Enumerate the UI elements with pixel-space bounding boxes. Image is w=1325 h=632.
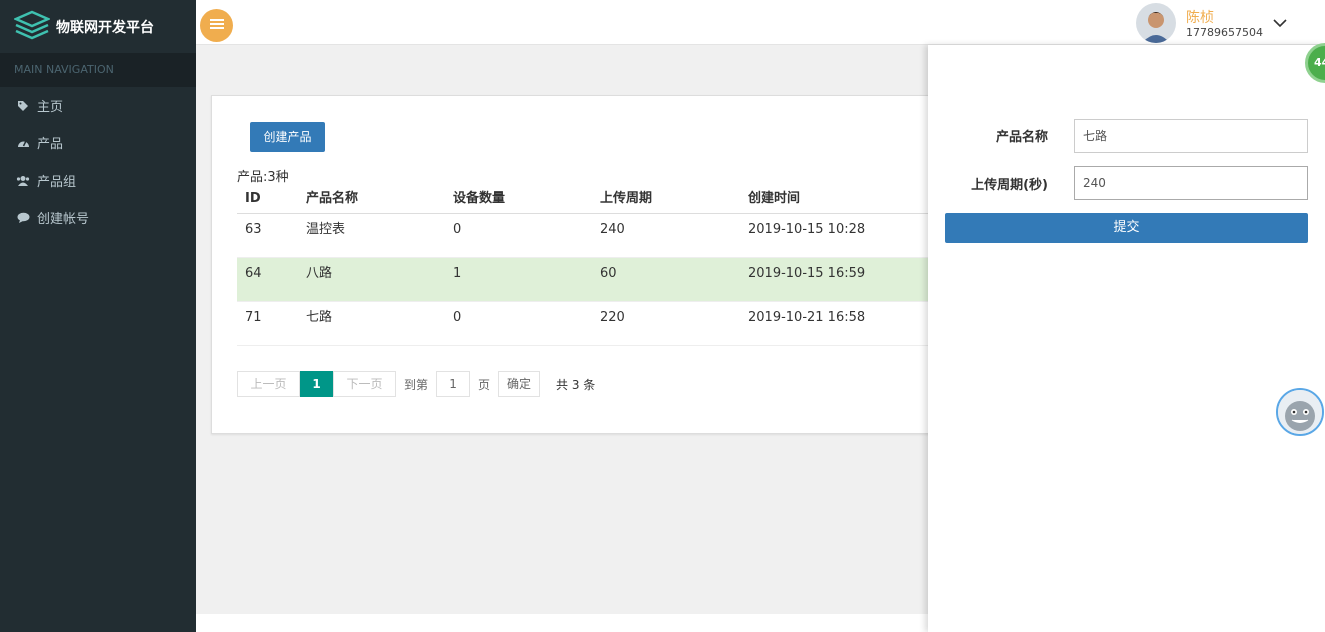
column-header-device-count: 设备数量 <box>453 191 506 206</box>
product-list-card: 创建产品 产品:3种 ID 产品名称 设备数量 上传周期 创建时间 63 温控表… <box>211 95 942 434</box>
product-count: 产品:3种 <box>237 170 289 185</box>
submit-button[interactable]: 提交 <box>945 213 1308 243</box>
layers-logo-icon <box>12 10 52 44</box>
pagination: 上一页 1 下一页 到第 1 页 确定 共 3 条 <box>237 371 595 397</box>
tag-icon <box>16 99 30 113</box>
sidebar-item-label: 产品 <box>37 137 64 152</box>
product-name-input[interactable]: 七路 <box>1074 119 1308 153</box>
cell-created-time: 2019-10-15 16:59 <box>748 266 866 281</box>
dashboard-icon <box>16 136 30 150</box>
column-header-created-time: 创建时间 <box>748 191 801 206</box>
sidebar-item-label: 创建帐号 <box>37 212 90 227</box>
footer <box>196 614 928 632</box>
top-bar: 陈桢 17789657504 <box>196 0 1325 45</box>
cell-id: 71 <box>245 310 262 325</box>
column-header-upload-period: 上传周期 <box>600 191 653 206</box>
edit-product-panel: 产品名称 七路 上传周期(秒) 240 提交 <box>928 45 1325 632</box>
goto-suffix-label: 页 <box>478 377 491 392</box>
users-icon <box>16 174 30 188</box>
table-header: ID 产品名称 设备数量 上传周期 创建时间 <box>237 184 942 214</box>
upload-period-label: 上传周期(秒) <box>971 178 1048 193</box>
nav-header: MAIN NAVIGATION <box>0 53 196 87</box>
sidebar-item-home[interactable]: 主页 <box>0 87 196 124</box>
table-row[interactable]: 63 温控表 0 240 2019-10-15 10:28 <box>237 214 942 258</box>
page-1-button[interactable]: 1 <box>300 371 333 397</box>
avatar <box>1136 3 1176 43</box>
cell-created-time: 2019-10-21 16:58 <box>748 310 866 325</box>
comment-icon <box>16 211 30 225</box>
cell-name: 七路 <box>306 310 333 325</box>
sidebar: 物联网开发平台 MAIN NAVIGATION 主页 产品 产品组 创建帐号 <box>0 0 196 632</box>
sidebar-item-label: 产品组 <box>37 175 77 190</box>
cell-id: 63 <box>245 222 262 237</box>
goto-confirm-button[interactable]: 确定 <box>498 371 541 397</box>
user-menu[interactable]: 陈桢 17789657504 <box>1136 3 1325 43</box>
cell-device-count: 0 <box>453 310 462 325</box>
user-name: 陈桢 <box>1186 10 1214 26</box>
prev-page-button[interactable]: 上一页 <box>237 371 300 397</box>
sidebar-item-product-groups[interactable]: 产品组 <box>0 162 196 199</box>
create-product-button[interactable]: 创建产品 <box>250 122 325 152</box>
cell-upload-period: 220 <box>600 310 625 325</box>
chat-assistant-icon[interactable] <box>1276 388 1324 436</box>
total-count: 共 3 条 <box>556 377 596 392</box>
table-row[interactable]: 71 七路 0 220 2019-10-21 16:58 <box>237 302 942 346</box>
cell-upload-period: 60 <box>600 266 617 281</box>
menu-toggle-button[interactable] <box>200 9 233 42</box>
user-phone: 17789657504 <box>1186 26 1263 39</box>
cell-device-count: 0 <box>453 222 462 237</box>
product-name-label: 产品名称 <box>995 130 1048 145</box>
chevron-down-icon[interactable] <box>1273 17 1287 32</box>
column-header-id: ID <box>245 191 261 206</box>
goto-page-input[interactable]: 1 <box>436 371 471 397</box>
sidebar-item-label: 主页 <box>37 100 64 115</box>
cell-name: 温控表 <box>306 222 346 237</box>
app-title: 物联网开发平台 <box>56 19 154 36</box>
cell-name: 八路 <box>306 266 333 281</box>
cell-created-time: 2019-10-15 10:28 <box>748 222 866 237</box>
cell-upload-period: 240 <box>600 222 625 237</box>
upload-period-input[interactable]: 240 <box>1074 166 1308 200</box>
next-page-button[interactable]: 下一页 <box>333 371 396 397</box>
cell-device-count: 1 <box>453 266 462 281</box>
table-row[interactable]: 64 八路 1 60 2019-10-15 16:59 <box>237 258 942 302</box>
column-header-name: 产品名称 <box>306 191 359 206</box>
goto-prefix-label: 到第 <box>404 377 429 392</box>
logo[interactable]: 物联网开发平台 <box>0 0 196 53</box>
product-table: ID 产品名称 设备数量 上传周期 创建时间 63 温控表 0 240 2019… <box>237 184 942 346</box>
sidebar-item-create-account[interactable]: 创建帐号 <box>0 199 196 236</box>
hamburger-icon <box>209 18 224 34</box>
sidebar-item-products[interactable]: 产品 <box>0 124 196 161</box>
cell-id: 64 <box>245 266 262 281</box>
